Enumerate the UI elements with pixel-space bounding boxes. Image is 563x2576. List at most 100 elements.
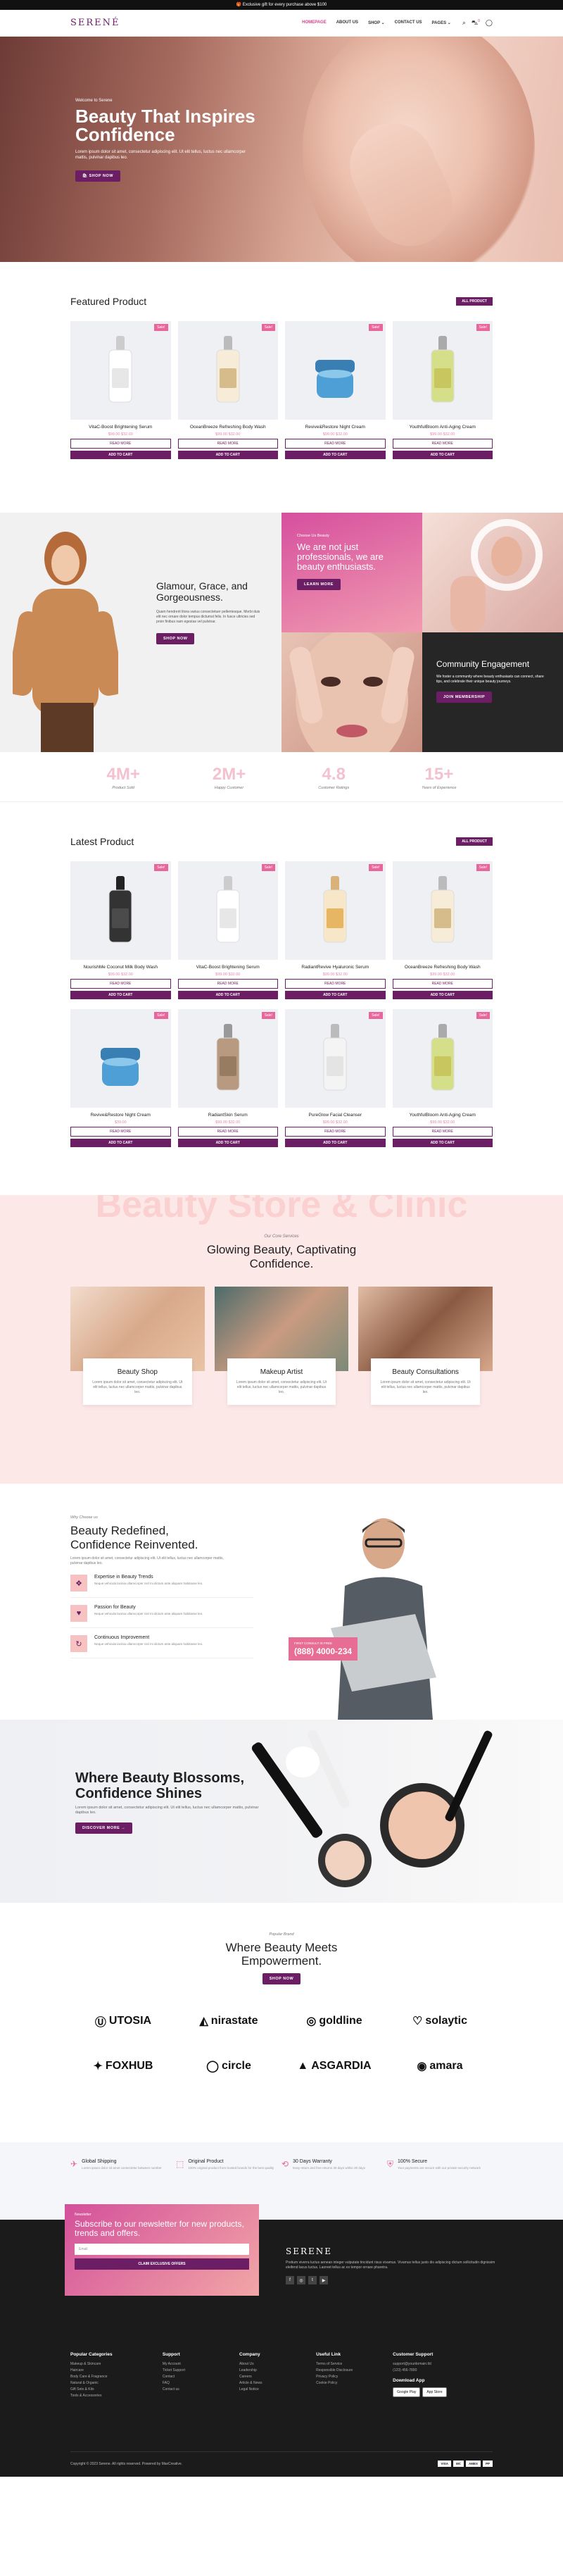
service-card[interactable]: Beauty Shop Lorem ipsum dolor sit amet, c… <box>83 1358 192 1405</box>
nav-homepage[interactable]: HOMEPAGE <box>302 20 327 25</box>
service-card[interactable]: Beauty Consultations Lorem ipsum dolor si… <box>371 1358 480 1405</box>
read-more-button[interactable]: READ MORE <box>392 439 493 449</box>
footer-link[interactable]: support@yourdomain.tld <box>393 2361 493 2368</box>
product-image-box[interactable]: Sale! <box>177 321 278 420</box>
product-name[interactable]: RadiantRevive Hyaluronic Serum <box>285 964 386 970</box>
hero-shop-button[interactable]: 🛍 SHOP NOW <box>75 170 120 182</box>
service-card[interactable]: Makeup Artist Lorem ipsum dolor sit amet,… <box>227 1358 336 1405</box>
cart-icon[interactable]: ⛍0 <box>472 19 480 27</box>
product-name[interactable]: VitaC-Boost Brightening Serum <box>178 964 279 970</box>
product-image-box[interactable]: Sale! <box>285 861 386 960</box>
footer-link[interactable]: Ticket Support <box>163 2368 239 2374</box>
product-name[interactable]: NourishMe Coconut Milk Body Wash <box>70 964 171 970</box>
phone-box[interactable]: FIRST CONSULT IS FREE (888) 4000-234 <box>289 1637 358 1661</box>
brands-shop-button[interactable]: SHOP NOW <box>262 1973 301 1984</box>
product-image-box[interactable]: Sale! <box>392 321 493 420</box>
brand-logo[interactable]: ◎ goldline <box>282 2013 387 2030</box>
product-image-box[interactable]: Sale! <box>285 321 386 420</box>
twitter-icon[interactable]: t <box>308 2276 317 2284</box>
footer-link[interactable]: Tools & Accessories <box>70 2393 163 2399</box>
read-more-button[interactable]: READ MORE <box>177 979 278 989</box>
app-store-button[interactable]: App Store <box>422 2387 447 2397</box>
join-membership-button[interactable]: JOIN MEMBERSHIP <box>436 692 493 703</box>
add-to-cart-button[interactable]: ADD TO CART <box>177 451 278 459</box>
footer-link[interactable]: Careers <box>239 2374 316 2380</box>
add-to-cart-button[interactable]: ADD TO CART <box>70 1139 171 1147</box>
read-more-button[interactable]: READ MORE <box>70 1127 171 1137</box>
add-to-cart-button[interactable]: ADD TO CART <box>392 991 493 999</box>
brand-logo[interactable]: ◯ circle <box>176 2059 282 2073</box>
footer-link[interactable]: Legal Notice <box>239 2387 316 2393</box>
promo-learn-more-button[interactable]: LEARN MORE <box>297 579 341 590</box>
add-to-cart-button[interactable]: ADD TO CART <box>70 451 171 459</box>
product-name[interactable]: OceanBreeze Refreshing Body Wash <box>393 964 493 970</box>
nav-about[interactable]: ABOUT US <box>336 20 358 25</box>
footer-link[interactable]: FAQ <box>163 2380 239 2387</box>
brand-logo[interactable]: ◭ nirastate <box>176 2013 282 2030</box>
read-more-button[interactable]: READ MORE <box>285 439 386 449</box>
search-icon[interactable]: ⌕ <box>462 19 466 27</box>
product-name[interactable]: OceanBreeze Refreshing Body Wash <box>178 424 279 430</box>
footer-link[interactable]: Body Care & Fragrance <box>70 2374 163 2380</box>
product-image-box[interactable]: Sale! <box>392 861 493 960</box>
brand-logo[interactable]: ◉ amara <box>387 2059 493 2073</box>
product-name[interactable]: PureGlow Facial Cleanser <box>285 1112 386 1118</box>
promo-left-button[interactable]: SHOP NOW <box>156 633 195 644</box>
add-to-cart-button[interactable]: ADD TO CART <box>70 991 171 999</box>
read-more-button[interactable]: READ MORE <box>177 439 278 449</box>
footer-link[interactable]: Leadership <box>239 2368 316 2374</box>
add-to-cart-button[interactable]: ADD TO CART <box>392 451 493 459</box>
newsletter-email-input[interactable]: Email <box>75 2244 249 2255</box>
discover-button[interactable]: DISCOVER MORE → <box>75 1822 133 1834</box>
site-logo[interactable]: SERENÉ <box>70 18 120 28</box>
product-image-box[interactable]: Sale! <box>177 1009 278 1108</box>
add-to-cart-button[interactable]: ADD TO CART <box>285 451 386 459</box>
product-name[interactable]: Revive&Restore Night Cream <box>285 424 386 430</box>
nav-pages[interactable]: PAGES ⌄ <box>432 20 451 25</box>
youtube-icon[interactable]: ▶ <box>320 2276 328 2284</box>
add-to-cart-button[interactable]: ADD TO CART <box>285 991 386 999</box>
footer-link[interactable]: Contact us <box>163 2387 239 2393</box>
latest-all-button[interactable]: ALL PRODUCT <box>456 837 493 846</box>
read-more-button[interactable]: READ MORE <box>392 979 493 989</box>
read-more-button[interactable]: READ MORE <box>70 439 171 449</box>
product-image-box[interactable]: Sale! <box>70 1009 171 1108</box>
newsletter-submit-button[interactable]: CLAIM EXCLUSIVE OFFERS <box>75 2258 249 2270</box>
add-to-cart-button[interactable]: ADD TO CART <box>177 991 278 999</box>
footer-link[interactable]: (123) 456-7890 <box>393 2368 493 2374</box>
footer-link[interactable]: Privacy Policy <box>316 2374 393 2380</box>
featured-all-button[interactable]: ALL PRODUCT <box>456 297 493 306</box>
footer-link[interactable]: Terms of Service <box>316 2361 393 2368</box>
add-to-cart-button[interactable]: ADD TO CART <box>285 1139 386 1147</box>
product-image-box[interactable]: Sale! <box>285 1009 386 1108</box>
brand-logo[interactable]: ✦ FOXHUB <box>70 2059 176 2073</box>
product-name[interactable]: VitaC-Boost Brightening Serum <box>70 424 171 430</box>
brand-logo[interactable]: ♡ solaytic <box>387 2013 493 2030</box>
footer-link[interactable]: Responsible Disclosure <box>316 2368 393 2374</box>
nav-contact[interactable]: CONTACT US <box>395 20 422 25</box>
product-name[interactable]: YouthfulBloom Anti-Aging Cream <box>393 424 493 430</box>
product-image-box[interactable]: Sale! <box>70 321 171 420</box>
footer-link[interactable]: Contact <box>163 2374 239 2380</box>
add-to-cart-button[interactable]: ADD TO CART <box>392 1139 493 1147</box>
product-name[interactable]: Revive&Restore Night Cream <box>70 1112 171 1118</box>
nav-shop[interactable]: SHOP ⌄ <box>368 20 385 25</box>
read-more-button[interactable]: READ MORE <box>285 979 386 989</box>
google-play-button[interactable]: Google Play <box>393 2387 421 2397</box>
footer-link[interactable]: Natural & Organic <box>70 2380 163 2387</box>
facebook-icon[interactable]: f <box>286 2276 294 2284</box>
product-name[interactable]: RadiantSkin Serum <box>178 1112 279 1118</box>
product-image-box[interactable]: Sale! <box>392 1009 493 1108</box>
footer-link[interactable]: Haircare <box>70 2368 163 2374</box>
product-image-box[interactable]: Sale! <box>177 861 278 960</box>
footer-link[interactable]: Makeup & Skincare <box>70 2361 163 2368</box>
user-icon[interactable]: ◯ <box>486 19 493 27</box>
read-more-button[interactable]: READ MORE <box>392 1127 493 1137</box>
brand-logo[interactable]: Ⓤ UTOSIA <box>70 2013 176 2030</box>
brand-logo[interactable]: ▲ ASGARDIA <box>282 2059 387 2073</box>
read-more-button[interactable]: READ MORE <box>177 1127 278 1137</box>
footer-link[interactable]: My Account <box>163 2361 239 2368</box>
read-more-button[interactable]: READ MORE <box>70 979 171 989</box>
footer-link[interactable]: Cookie Policy <box>316 2380 393 2387</box>
read-more-button[interactable]: READ MORE <box>285 1127 386 1137</box>
